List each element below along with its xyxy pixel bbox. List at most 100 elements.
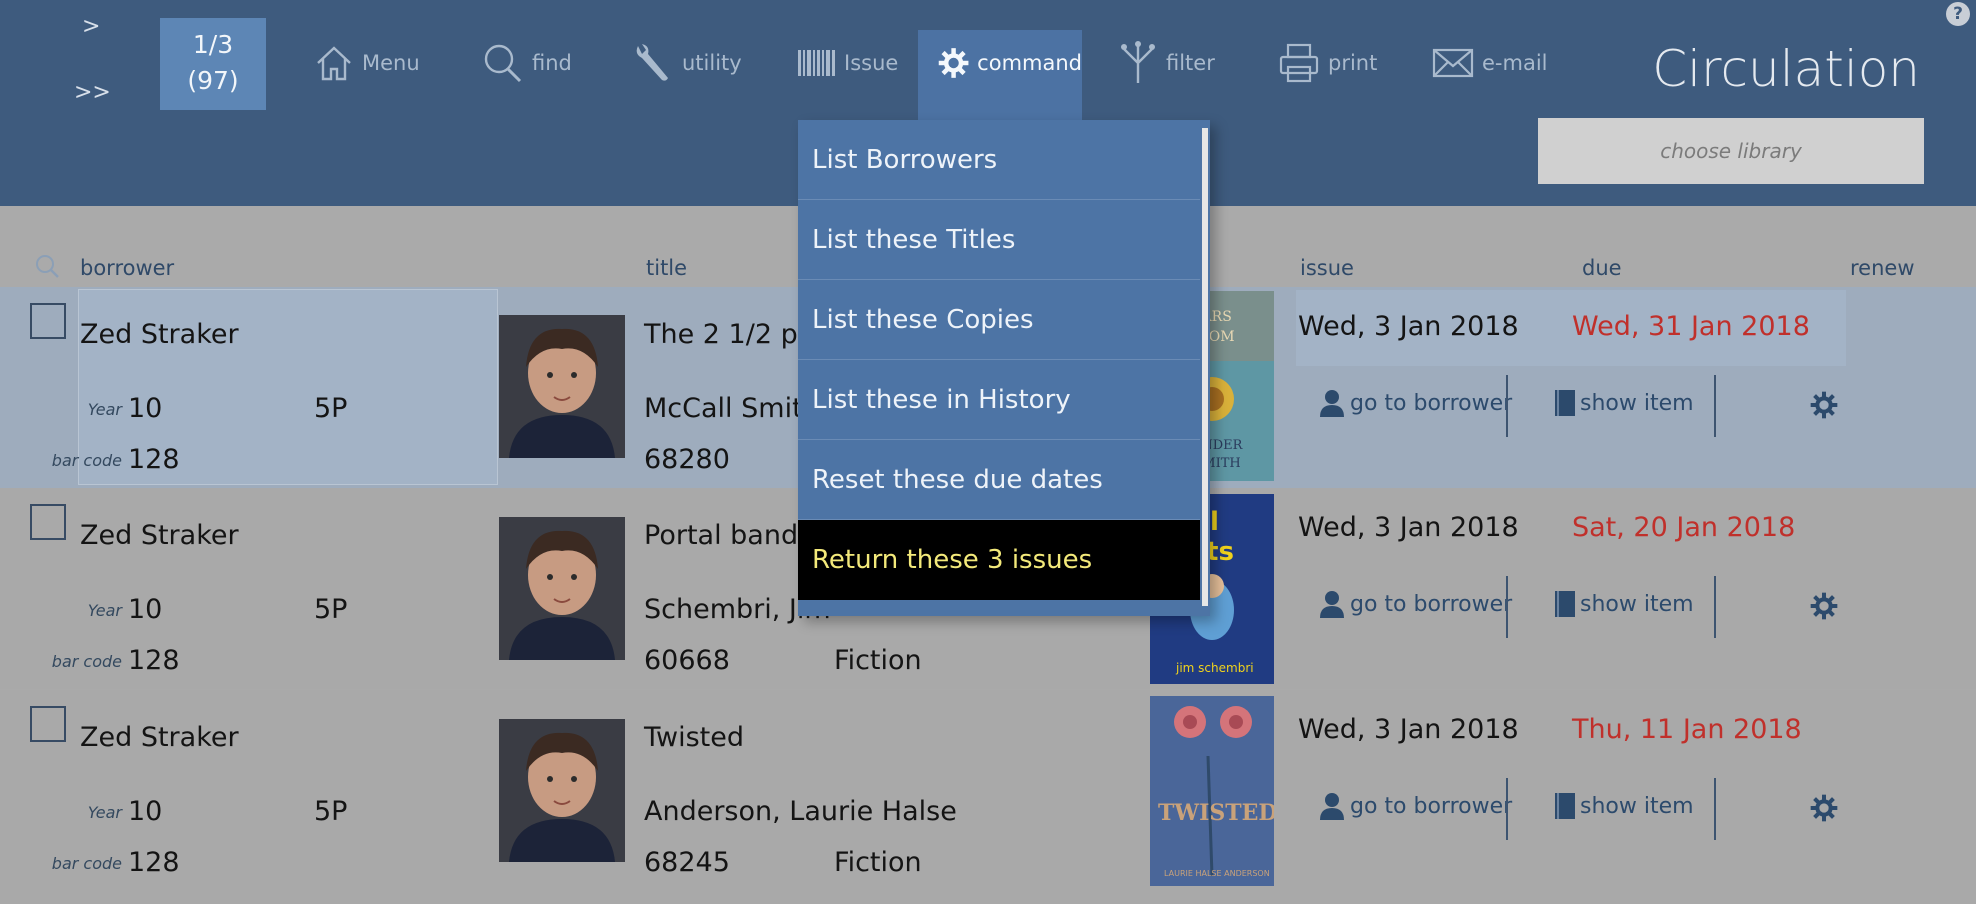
show-item-label: show item	[1580, 390, 1694, 416]
item-barcode: 60668	[644, 645, 730, 676]
borrower-name[interactable]: Zed Straker	[80, 722, 239, 753]
barcode-value: 128	[128, 847, 180, 878]
row-settings-gear-icon[interactable]	[1810, 391, 1838, 419]
issue-column-header[interactable]: issue	[1300, 256, 1354, 280]
year-value: 10	[128, 594, 163, 625]
show-item-link[interactable]: show item	[1554, 389, 1694, 417]
book-icon	[1555, 390, 1575, 416]
show-item-label: show item	[1580, 591, 1694, 617]
class-value: 5P	[314, 594, 348, 625]
class-value: 5P	[314, 393, 348, 424]
person-icon	[1320, 793, 1344, 820]
envelope-icon	[1432, 48, 1474, 78]
email-button[interactable]: e-mail	[1432, 30, 1548, 96]
due-date[interactable]: Wed, 31 Jan 2018	[1572, 311, 1810, 342]
borrower-column-header[interactable]: borrower	[80, 256, 174, 280]
due-column-header[interactable]: due	[1582, 256, 1622, 280]
item-barcode: 68280	[644, 444, 730, 475]
barcode-value: 128	[128, 444, 180, 475]
due-date[interactable]: Sat, 20 Jan 2018	[1572, 512, 1795, 543]
item-barcode: 68245	[644, 847, 730, 878]
next-page-button[interactable]: >	[82, 14, 100, 39]
item-title[interactable]: The 2 1/2 pil	[644, 319, 813, 350]
borrower-photo	[499, 719, 625, 862]
row-settings-gear-icon[interactable]	[1810, 794, 1838, 822]
book-icon	[1555, 793, 1575, 819]
divider	[1714, 375, 1716, 437]
page-number: 1/3	[192, 30, 234, 59]
command-button[interactable]: command	[918, 30, 1082, 122]
record-count: (97)	[187, 66, 239, 95]
borrower-photo	[499, 517, 625, 660]
row-settings-gear-icon[interactable]	[1810, 592, 1838, 620]
home-icon	[317, 46, 351, 81]
email-label: e-mail	[1482, 51, 1548, 75]
barcode-label: bar code	[51, 854, 122, 873]
find-button[interactable]: find	[482, 30, 572, 96]
show-item-label: show item	[1580, 793, 1694, 819]
filter-button[interactable]: filter	[1118, 30, 1215, 96]
find-label: find	[532, 51, 572, 75]
menu-label: Menu	[362, 51, 420, 75]
menu-item-reset-due-dates[interactable]: Reset these due dates	[798, 440, 1200, 520]
barcode-icon	[798, 50, 835, 76]
class-value: 5P	[314, 796, 348, 827]
help-icon[interactable]: ?	[1946, 2, 1970, 26]
page-indicator: 1/3 (97)	[160, 18, 266, 110]
go-to-borrower-link[interactable]: go to borrower	[1318, 389, 1512, 417]
choose-library-field[interactable]: choose library	[1538, 118, 1924, 184]
last-page-button[interactable]: >>	[74, 80, 111, 105]
utility-label: utility	[682, 51, 742, 75]
show-item-link[interactable]: show item	[1554, 590, 1694, 618]
item-title[interactable]: Twisted	[644, 722, 744, 753]
renew-column-header[interactable]: renew	[1850, 256, 1915, 280]
go-to-borrower-link[interactable]: go to borrower	[1318, 792, 1512, 820]
menu-item-return-issues[interactable]: Return these 3 issues	[798, 520, 1200, 600]
borrower-name[interactable]: Zed Straker	[80, 520, 239, 551]
borrower-photo	[499, 315, 625, 458]
printer-icon	[1279, 43, 1319, 83]
issue-button[interactable]: Issue	[798, 30, 898, 96]
barcode-value: 128	[128, 645, 180, 676]
item-category: Fiction	[834, 847, 922, 878]
year-value: 10	[128, 796, 163, 827]
barcode-label: bar code	[51, 451, 122, 470]
menu-item-list-history[interactable]: List these in History	[798, 360, 1200, 440]
go-to-borrower-link[interactable]: go to borrower	[1318, 590, 1512, 618]
year-label: Year	[87, 601, 122, 620]
table-row[interactable]: Zed Straker Year 10 5P bar code 128 Twis…	[0, 690, 1976, 904]
issue-date: Wed, 3 Jan 2018	[1298, 714, 1519, 745]
show-item-link[interactable]: show item	[1554, 792, 1694, 820]
row-checkbox[interactable]	[30, 706, 66, 742]
issue-label: Issue	[844, 51, 899, 75]
book-cover[interactable]: TWISTED LAURIE HALSE ANDERSON	[1150, 696, 1274, 886]
row-checkbox[interactable]	[30, 504, 66, 540]
due-date[interactable]: Thu, 11 Jan 2018	[1572, 714, 1802, 745]
borrower-name[interactable]: Zed Straker	[80, 319, 239, 350]
column-search-icon[interactable]	[34, 253, 60, 279]
go-to-borrower-label: go to borrower	[1350, 793, 1513, 819]
row-checkbox[interactable]	[30, 303, 66, 339]
command-dropdown-menu: List Borrowers List these Titles List th…	[798, 120, 1210, 616]
item-title[interactable]: Portal bandit	[644, 520, 816, 551]
person-icon	[1320, 591, 1344, 618]
filter-label: filter	[1166, 51, 1215, 75]
menu-scrollbar[interactable]	[1202, 128, 1208, 606]
divider	[1506, 576, 1508, 638]
filter-icon	[1121, 41, 1155, 83]
title-column-header[interactable]: title	[646, 256, 687, 280]
menu-item-list-copies[interactable]: List these Copies	[798, 280, 1200, 360]
book-icon	[1555, 591, 1575, 617]
year-label: Year	[87, 400, 122, 419]
year-value: 10	[128, 393, 163, 424]
print-label: print	[1328, 51, 1378, 75]
menu-item-list-borrowers[interactable]: List Borrowers	[798, 120, 1200, 200]
utility-button[interactable]: utility	[632, 30, 742, 96]
menu-button[interactable]: Menu	[314, 30, 420, 96]
go-to-borrower-label: go to borrower	[1350, 591, 1513, 617]
divider	[1506, 375, 1508, 437]
divider	[1714, 576, 1716, 638]
print-button[interactable]: print	[1278, 30, 1377, 96]
year-label: Year	[87, 803, 122, 822]
menu-item-list-titles[interactable]: List these Titles	[798, 200, 1200, 280]
